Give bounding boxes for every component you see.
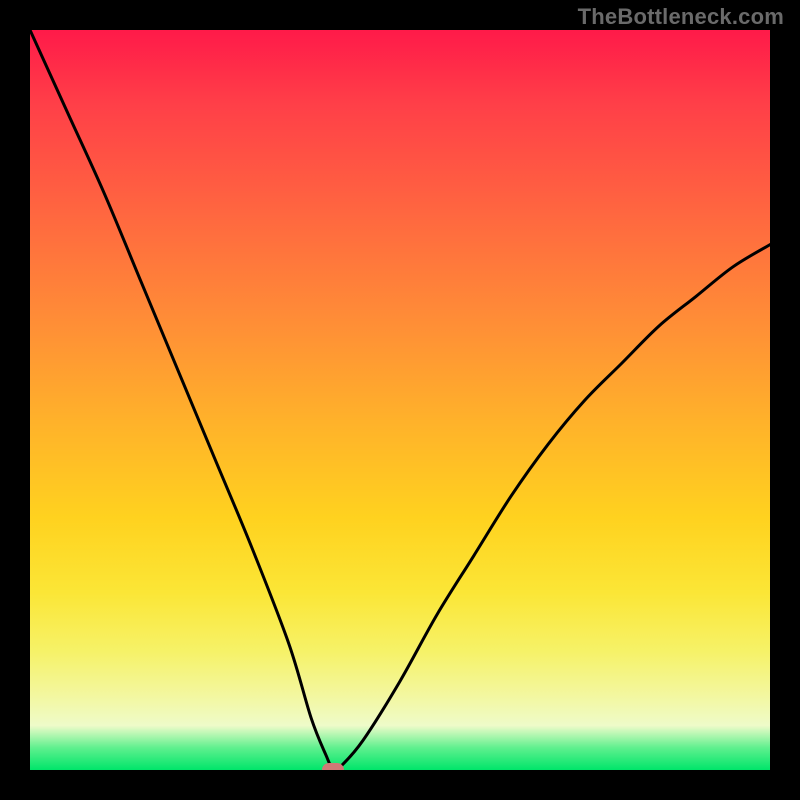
plot-area (30, 30, 770, 770)
chart-frame: TheBottleneck.com (0, 0, 800, 800)
bottleneck-curve (30, 30, 770, 770)
minimum-marker (322, 763, 344, 770)
watermark-text: TheBottleneck.com (578, 4, 784, 30)
